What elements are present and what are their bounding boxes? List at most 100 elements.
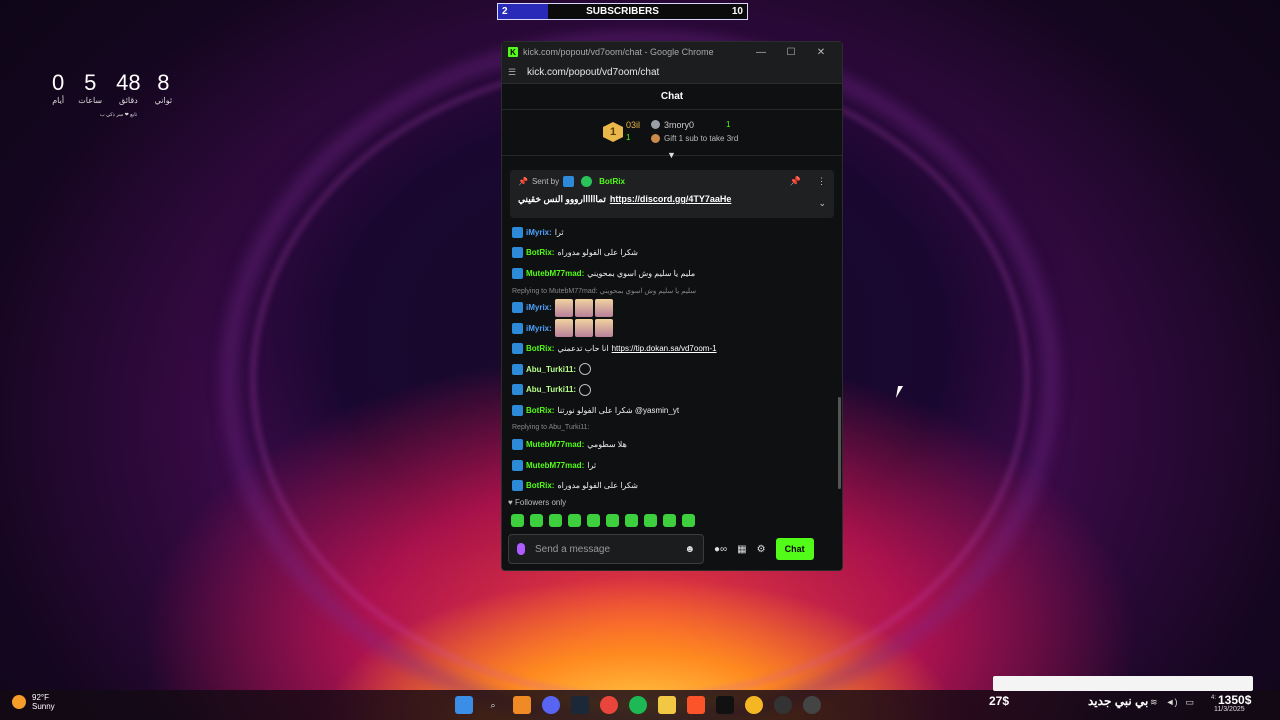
unpin-icon[interactable]: 📌 [790, 176, 801, 187]
pinned-link[interactable]: https://discord.gg/4TY7aaHe [610, 194, 732, 204]
chat-username[interactable]: BotRix: [526, 248, 554, 257]
chevron-down-icon[interactable]: ⌄ [818, 198, 826, 209]
chat-tools: ●∞ ▦ ⚙ [714, 544, 766, 555]
mic-icon[interactable] [517, 543, 525, 555]
steelseries-icon[interactable] [774, 696, 792, 714]
emote-button[interactable] [606, 514, 619, 527]
emote-button[interactable] [625, 514, 638, 527]
collapse-leaderboard-icon[interactable]: ▼ [667, 150, 676, 160]
user-badge-icon [512, 404, 523, 416]
tiktok-icon[interactable] [716, 696, 734, 714]
close-icon[interactable]: ✕ [806, 47, 836, 58]
app-icon[interactable] [513, 696, 531, 714]
user-badge-icon [512, 363, 523, 375]
emote-button[interactable] [663, 514, 676, 527]
emote-button[interactable] [682, 514, 695, 527]
chat-username[interactable]: iMyrix: [526, 303, 552, 312]
rank-third-badge-icon [651, 134, 660, 143]
pinned-author[interactable]: BotRix [599, 177, 625, 186]
battery-icon[interactable]: ▭ [1185, 697, 1194, 708]
reply-context[interactable]: Replying to Abu_Turki11: [512, 421, 832, 435]
emote-button[interactable] [511, 514, 524, 527]
emote-button[interactable] [568, 514, 581, 527]
chat-username[interactable]: BotRix: [526, 344, 554, 353]
chat-message: iMyrix: [512, 318, 832, 339]
search-icon[interactable]: ⌕ [484, 696, 502, 714]
emote-image [574, 319, 593, 338]
emote-button[interactable] [549, 514, 562, 527]
user-badge-icon [512, 384, 523, 396]
store-icon[interactable]: ▦ [737, 544, 746, 555]
chat-text: ثرا [587, 460, 597, 470]
emote-image [554, 319, 573, 338]
chat-username[interactable]: iMyrix: [526, 228, 552, 237]
chat-username[interactable]: Abu_Turki11: [526, 365, 576, 374]
emote-button[interactable] [587, 514, 600, 527]
emote-image [594, 319, 613, 338]
steam-icon[interactable] [571, 696, 589, 714]
minimize-icon[interactable]: — [746, 47, 776, 58]
windows-start-icon[interactable] [455, 696, 473, 714]
system-tray: ≋ ◄) ▭ [1150, 697, 1194, 708]
chat-username[interactable]: iMyrix: [526, 324, 552, 333]
countdown-label: دقائق [119, 96, 138, 105]
chat-username[interactable]: Abu_Turki11: [526, 385, 576, 394]
brave-icon[interactable] [687, 696, 705, 714]
reply-context[interactable]: Replying to MutebM77mad: سليم يا سليم وش… [512, 284, 832, 298]
weather-widget[interactable]: 92°F Sunny [12, 693, 55, 711]
reply-text: Replying to Abu_Turki11: [512, 424, 590, 431]
site-settings-icon[interactable]: ☰ [508, 67, 520, 78]
chat-input[interactable]: Send a message ☻ [508, 534, 704, 564]
emote-button[interactable] [644, 514, 657, 527]
leader-second-name[interactable]: 3mory0 [664, 120, 694, 130]
emote-image [554, 298, 573, 317]
countdown-label: ساعات [78, 96, 103, 105]
chat-input-row: Send a message ☻ ●∞ ▦ ⚙ Chat [508, 534, 838, 564]
countdown-days: 0 أيام [52, 72, 64, 106]
window-titlebar[interactable]: K kick.com/popout/vd7oom/chat - Google C… [502, 42, 842, 62]
user-badge-icon [512, 480, 523, 492]
tray-date: 11/3/2025 [1214, 706, 1245, 713]
chat-username[interactable]: BotRix: [526, 481, 554, 490]
user-badge-icon [512, 343, 523, 355]
send-chat-button[interactable]: Chat [775, 538, 814, 560]
spotify-icon[interactable] [629, 696, 647, 714]
chat-link[interactable]: https://tip.dokan.sa/vd7oom-1 [612, 344, 717, 353]
chat-message: BotRix: شكرا على الفولو مدوراه [512, 243, 832, 264]
chat-text: شكرا على الفولو مدوراه [557, 481, 639, 491]
chat-username[interactable]: MutebM77mad: [526, 440, 584, 449]
app-icon[interactable] [745, 696, 763, 714]
discord-icon[interactable] [542, 696, 560, 714]
address-bar[interactable]: ☰ kick.com/popout/vd7oom/chat [502, 62, 842, 84]
chat-username[interactable]: MutebM77mad: [526, 461, 584, 470]
chat-username[interactable]: MutebM77mad: [526, 269, 584, 278]
emote-image [579, 363, 592, 376]
weather-temp: 92°F [32, 693, 49, 702]
obs-icon[interactable] [803, 696, 821, 714]
emoji-icon[interactable]: ☻ [684, 544, 695, 555]
volume-icon[interactable]: ◄) [1166, 697, 1178, 708]
window-title: kick.com/popout/vd7oom/chat - Google Chr… [523, 47, 714, 57]
user-badge-icon [512, 226, 523, 238]
chat-scrollbar[interactable] [838, 397, 841, 489]
leader-first-name[interactable]: 03il [626, 120, 640, 130]
tray-time: 4: [1211, 695, 1217, 701]
weather-condition: Sunny [32, 702, 55, 711]
maximize-icon[interactable]: ☐ [776, 47, 806, 58]
kicks-icon[interactable]: ●∞ [714, 544, 727, 555]
more-options-icon[interactable]: ⋮ [817, 176, 826, 187]
gear-icon[interactable]: ⚙ [757, 544, 766, 555]
chat-input-placeholder[interactable]: Send a message [535, 544, 684, 555]
chat-message: BotRix: شكرا على الفولو نورتنا @yasmin_yt [512, 400, 832, 421]
chat-message: iMyrix: ثرا [512, 222, 832, 243]
pinned-actions: 📌 ⋮ [790, 176, 826, 187]
tray-left-text: 27$ [989, 694, 1010, 708]
emote-button[interactable] [530, 514, 543, 527]
chrome-icon[interactable] [600, 696, 618, 714]
chat-message: iMyrix: [512, 298, 832, 319]
chat-text: انا حاب تدعمني [557, 344, 609, 354]
wifi-icon[interactable]: ≋ [1150, 697, 1158, 708]
chat-username[interactable]: BotRix: [526, 406, 554, 415]
folder-icon[interactable] [658, 696, 676, 714]
subs-label: SUBSCRIBERS [586, 6, 659, 17]
